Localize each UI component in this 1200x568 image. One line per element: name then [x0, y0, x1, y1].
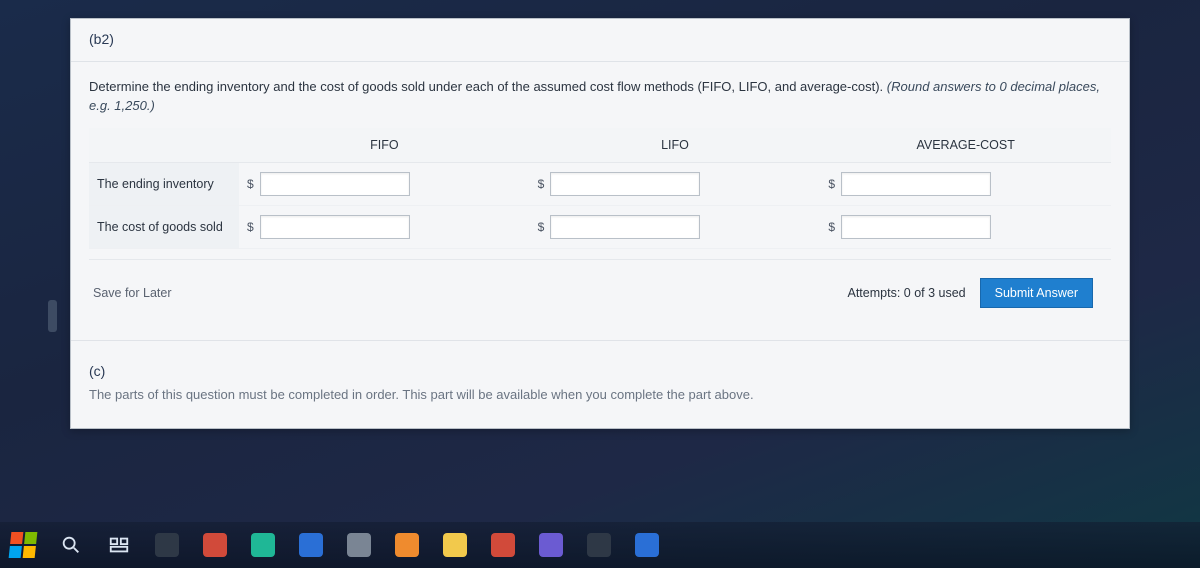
app-icon: [395, 533, 419, 557]
start-button[interactable]: [8, 530, 38, 560]
currency-symbol: $: [247, 220, 254, 234]
ending-inventory-lifo-input[interactable]: [550, 172, 700, 196]
taskbar-app[interactable]: [632, 530, 662, 560]
currency-symbol: $: [247, 177, 254, 191]
cogs-fifo-input[interactable]: [260, 215, 410, 239]
windows-icon: [9, 532, 38, 558]
part-b2-label: (b2): [89, 31, 114, 47]
save-for-later-label: Save for Later: [93, 286, 172, 300]
save-for-later-link[interactable]: Save for Later: [93, 286, 172, 300]
actions-row: Save for Later Attempts: 0 of 3 used Sub…: [89, 259, 1111, 326]
app-icon: [347, 533, 371, 557]
app-icon: [539, 533, 563, 557]
submit-answer-button[interactable]: Submit Answer: [980, 278, 1093, 308]
taskbar-app[interactable]: [584, 530, 614, 560]
app-icon: [203, 533, 227, 557]
col-fifo: FIFO: [239, 128, 530, 163]
answer-grid: FIFO LIFO AVERAGE-COST The ending invent…: [71, 128, 1129, 340]
part-c-section: (c) The parts of this question must be c…: [71, 340, 1129, 428]
task-view-icon: [108, 534, 130, 556]
taskbar-app[interactable]: [536, 530, 566, 560]
currency-symbol: $: [538, 177, 545, 191]
currency-symbol: $: [828, 220, 835, 234]
taskbar-app[interactable]: [440, 530, 470, 560]
taskbar-app[interactable]: [392, 530, 422, 560]
attempts-text: Attempts: 0 of 3 used: [848, 286, 966, 300]
app-icon: [299, 533, 323, 557]
prompt-main: Determine the ending inventory and the c…: [89, 79, 883, 94]
taskbar-app[interactable]: [200, 530, 230, 560]
ending-inventory-avgcost-input[interactable]: [841, 172, 991, 196]
app-icon: [635, 533, 659, 557]
ending-inventory-fifo-input[interactable]: [260, 172, 410, 196]
taskbar-app[interactable]: [248, 530, 278, 560]
search-button[interactable]: [56, 530, 86, 560]
taskbar-app[interactable]: [152, 530, 182, 560]
app-icon: [155, 533, 179, 557]
search-icon: [60, 534, 82, 556]
col-lifo: LIFO: [530, 128, 821, 163]
app-icon: [587, 533, 611, 557]
question-panel: (b2) Determine the ending inventory and …: [70, 18, 1130, 429]
table-row: The cost of goods sold $ $: [89, 205, 1111, 248]
row-cogs-label: The cost of goods sold: [89, 205, 239, 248]
table-row: The ending inventory $ $: [89, 162, 1111, 205]
app-icon: [251, 533, 275, 557]
taskbar-app[interactable]: [296, 530, 326, 560]
question-prompt: Determine the ending inventory and the c…: [71, 62, 1129, 128]
part-c-label: (c): [89, 363, 1111, 379]
app-icon: [443, 533, 467, 557]
part-c-locked-text: The parts of this question must be compl…: [89, 387, 1111, 402]
row-ending-inventory-label: The ending inventory: [89, 162, 239, 205]
app-icon: [491, 533, 515, 557]
cogs-lifo-input[interactable]: [550, 215, 700, 239]
col-avgcost: AVERAGE-COST: [820, 128, 1111, 163]
currency-symbol: $: [538, 220, 545, 234]
task-view-button[interactable]: [104, 530, 134, 560]
part-b2-header: (b2): [71, 19, 1129, 62]
col-blank: [89, 128, 239, 163]
currency-symbol: $: [828, 177, 835, 191]
taskbar-app[interactable]: [488, 530, 518, 560]
taskbar: [0, 522, 1200, 568]
cogs-avgcost-input[interactable]: [841, 215, 991, 239]
scrollbar-thumb[interactable]: [48, 300, 57, 332]
taskbar-app[interactable]: [344, 530, 374, 560]
